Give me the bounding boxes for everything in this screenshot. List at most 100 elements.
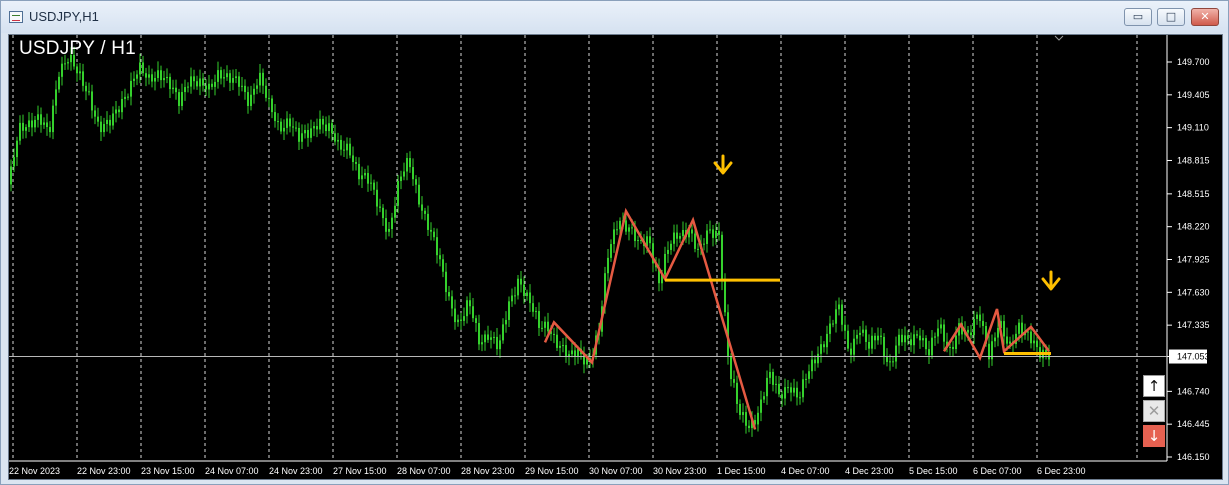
candle-body — [745, 412, 747, 426]
candle-body — [778, 383, 780, 395]
candle-body — [793, 387, 795, 393]
candle-body — [379, 206, 381, 208]
minimize-button[interactable]: ▭ — [1124, 8, 1152, 26]
candle-body — [436, 237, 438, 256]
candle-body — [943, 324, 945, 342]
candle-body — [850, 348, 852, 355]
candle-body — [232, 78, 234, 83]
candle-body — [391, 217, 393, 230]
candle-body — [433, 231, 435, 238]
price-axis-label: 146.740 — [1177, 386, 1210, 396]
candle-body — [553, 333, 555, 335]
candle-body — [925, 338, 927, 350]
candle-body — [565, 345, 567, 357]
candle-body — [649, 236, 651, 244]
candle-body — [82, 71, 84, 86]
candle-body — [790, 387, 792, 393]
maximize-button[interactable]: □ — [1157, 8, 1185, 26]
candle-body — [814, 359, 816, 364]
candle-body — [178, 92, 180, 106]
close-window-button[interactable]: ✕ — [1191, 8, 1219, 26]
candle-body — [454, 308, 456, 323]
candle-body — [823, 344, 825, 348]
candle-body — [442, 259, 444, 272]
candle-body — [511, 295, 513, 302]
candle-body — [22, 122, 24, 131]
candle-body — [859, 332, 861, 335]
candle-body — [706, 230, 708, 244]
candle-body — [715, 230, 717, 238]
candle-body — [736, 382, 738, 404]
candle-body — [889, 361, 891, 363]
candle-body — [862, 329, 864, 333]
candle-body — [526, 292, 528, 297]
candle-body — [229, 73, 231, 83]
candle-body — [325, 124, 327, 132]
candle-body — [808, 371, 810, 379]
candle-body — [616, 229, 618, 231]
candle-body — [133, 78, 135, 81]
candle-body — [241, 85, 243, 87]
candle-body — [196, 81, 198, 87]
candle-body — [466, 300, 468, 317]
candle-body — [334, 133, 336, 142]
candle-body — [787, 387, 789, 389]
price-axis-label: 149.110 — [1177, 123, 1209, 133]
price-axis-label: 149.405 — [1177, 90, 1210, 100]
candle-body — [292, 126, 294, 128]
candle-body — [235, 76, 237, 79]
candle-body — [205, 85, 207, 90]
candle-body — [664, 253, 666, 275]
candle-body — [361, 175, 363, 180]
candlestick-chart-svg[interactable]: 149.700 149.405 149.110 148.815 148.515 148.2… — [9, 35, 1223, 480]
candle-body — [493, 336, 495, 338]
candle-body — [289, 118, 291, 127]
candle-body — [775, 383, 777, 385]
candle-body — [127, 96, 129, 98]
candle-body — [193, 76, 195, 82]
candle-body — [169, 76, 171, 90]
sell-button[interactable]: ↓ — [1143, 425, 1165, 447]
candle-body — [781, 394, 783, 399]
price-chart-area[interactable]: 149.700 149.405 149.110 148.815 148.515 148.2… — [8, 34, 1223, 480]
candle-body — [628, 227, 630, 232]
candle-body — [832, 323, 834, 325]
candle-body — [295, 127, 297, 129]
candle-body — [613, 229, 615, 245]
candle-body — [910, 339, 912, 346]
candle-body — [607, 257, 609, 274]
candle-body — [982, 320, 984, 327]
candle-body — [529, 292, 531, 304]
window-title-bar[interactable]: USDJPY,H1 ▭ □ ✕ — [1, 1, 1228, 33]
buy-button[interactable]: ↑ — [1143, 375, 1165, 397]
candle-body — [637, 239, 639, 242]
candle-body — [445, 271, 447, 293]
candle-body — [574, 350, 576, 357]
candle-body — [328, 123, 330, 132]
time-axis-label: 22 Nov 2023 — [9, 466, 60, 476]
chart-window-icon — [9, 11, 23, 23]
candle-body — [202, 78, 204, 86]
candle-body — [547, 321, 549, 332]
candle-body — [418, 184, 420, 205]
time-axis-label: 1 Dec 15:00 — [717, 466, 766, 476]
candle-body — [739, 403, 741, 415]
candle-body — [154, 77, 156, 82]
candle-body — [250, 94, 252, 106]
candle-body — [25, 127, 27, 131]
candle-body — [472, 306, 474, 319]
candle-body — [424, 210, 426, 214]
candle-body — [430, 229, 432, 232]
candle-body — [937, 328, 939, 337]
close-position-button[interactable]: ✕ — [1143, 400, 1165, 422]
candle-body — [265, 85, 267, 98]
candle-body — [496, 336, 498, 350]
candle-body — [145, 73, 147, 78]
price-axis-label: 146.150 — [1177, 452, 1210, 462]
candle-body — [13, 157, 15, 167]
candle-body — [994, 337, 996, 342]
candle-body — [313, 126, 315, 129]
candle-body — [406, 158, 408, 172]
window-title: USDJPY,H1 — [29, 9, 99, 24]
candle-body — [979, 314, 981, 321]
